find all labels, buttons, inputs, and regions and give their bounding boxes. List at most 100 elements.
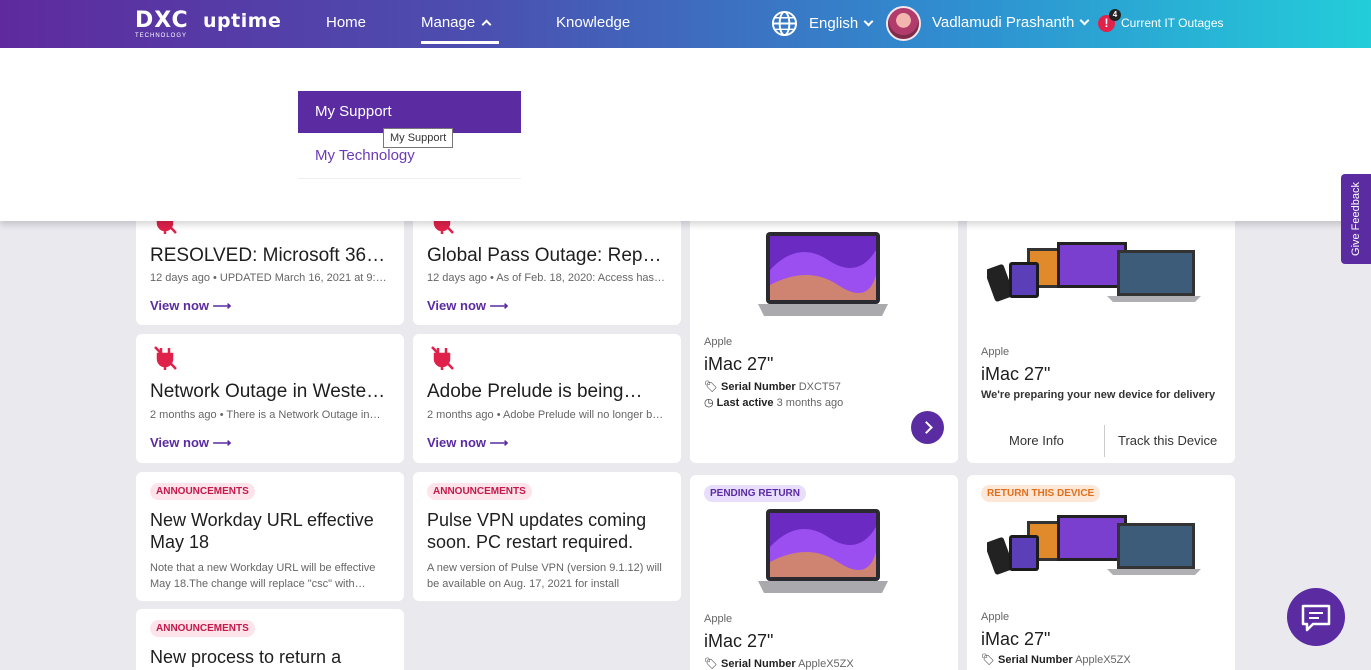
top-nav-bar: DXC TECHNOLOGY uptime Home Manage Knowle… [0, 0, 1371, 48]
device-brand: Apple [704, 613, 733, 625]
arrow-right-icon: ⟶ [212, 298, 232, 313]
device-card[interactable]: Apple iMac 27" We're preparing your new … [967, 200, 1235, 463]
serial-value: AppleX5ZX [798, 658, 854, 670]
logo-technology-text: TECHNOLOGY [135, 33, 188, 39]
give-feedback-label: Give Feedback [1350, 182, 1362, 256]
last-active-row: ◷ Last active 3 months ago [704, 396, 843, 409]
announcement-card[interactable]: ANNOUNCEMENTS New Workday URL effective … [136, 472, 404, 601]
alert-count-badge: 4 [1109, 9, 1121, 21]
arrow-right-icon: ⟶ [212, 435, 232, 450]
serial-label: Serial Number [998, 654, 1073, 666]
arrow-right-icon: ⟶ [489, 298, 509, 313]
device-card[interactable]: PENDING RETURN Apple iMac 27" 🏷 Serial N… [690, 475, 958, 670]
chevron-down-icon [863, 16, 874, 27]
announcement-description: Note that a new Workday URL will be effe… [150, 562, 376, 590]
serial-number-row: 🏷 Serial Number AppleX5ZX [981, 653, 1131, 666]
serial-label: Serial Number [721, 658, 796, 670]
announcement-title: New process to return a [150, 647, 342, 667]
language-label: English [809, 15, 859, 32]
serial-value: AppleX5ZX [1075, 654, 1131, 666]
logo-uptime-text: uptime [203, 10, 282, 32]
plug-outage-icon [154, 346, 177, 370]
serial-number-row: 🏷 Serial Number DXCT57 [704, 380, 841, 393]
announcement-title: New Workday URL effective May 18 [150, 510, 374, 552]
return-device-badge: RETURN THIS DEVICE [981, 485, 1101, 502]
tag-icon: 🏷 [704, 381, 718, 393]
view-now-label: View now [150, 298, 209, 313]
view-now-link[interactable]: View now ⟶ [150, 435, 231, 451]
menu-item-my-support[interactable]: My Support [298, 91, 521, 133]
last-active-label: Last active [716, 397, 774, 409]
nav-manage[interactable]: Manage [421, 14, 492, 31]
view-now-link[interactable]: View now ⟶ [427, 298, 508, 314]
user-menu[interactable]: Vadlamudi Prashanth [932, 14, 1090, 31]
current-it-outages-link[interactable]: Current IT Outages [1121, 16, 1224, 30]
last-active-value: 3 months ago [776, 397, 844, 409]
laptop-image [758, 509, 888, 593]
device-card[interactable]: Apple iMac 27" 🏷 Serial Number DXCT57 ◷ … [690, 200, 958, 463]
plug-outage-icon [431, 346, 454, 370]
view-now-label: View now [427, 435, 486, 450]
language-selector[interactable]: English [809, 15, 874, 32]
announcement-card[interactable]: ANNOUNCEMENTS New process to return a [136, 609, 404, 670]
announcement-description: A new version of Pulse VPN (version 9.1.… [427, 562, 662, 590]
view-now-label: View now [427, 298, 486, 313]
outage-card[interactable]: Adobe Prelude is being… 2 months ago • A… [413, 334, 681, 463]
chat-icon [1301, 604, 1331, 632]
announcement-badge: ANNOUNCEMENTS [150, 483, 255, 500]
next-arrow-button[interactable] [911, 411, 944, 444]
announcement-badge: ANNOUNCEMENTS [150, 620, 255, 637]
nav-manage-label: Manage [421, 14, 476, 31]
track-device-link[interactable]: Track this Device [1118, 433, 1217, 448]
divider [1104, 425, 1105, 457]
outage-meta: 2 months ago • There is a Network Outage… [150, 409, 381, 421]
announcement-card[interactable]: ANNOUNCEMENTS Pulse VPN updates coming s… [413, 472, 681, 601]
tag-icon: 🏷 [704, 658, 718, 670]
nav-knowledge[interactable]: Knowledge [556, 14, 630, 31]
delivery-note: We're preparing your new device for deli… [981, 389, 1216, 401]
give-feedback-tab[interactable]: Give Feedback [1341, 174, 1371, 264]
serial-label: Serial Number [721, 381, 796, 393]
tooltip: My Support [383, 128, 454, 148]
avatar[interactable] [886, 6, 921, 41]
pending-return-badge: PENDING RETURN [704, 485, 807, 502]
device-model: iMac 27" [981, 364, 1051, 384]
device-model: iMac 27" [704, 354, 774, 374]
globe-icon[interactable] [771, 10, 798, 37]
user-name: Vadlamudi Prashanth [932, 14, 1075, 31]
nav-home[interactable]: Home [326, 14, 366, 31]
serial-value: DXCT57 [798, 381, 841, 393]
arrow-right-icon: ⟶ [489, 435, 509, 450]
device-brand: Apple [981, 346, 1010, 358]
device-brand: Apple [981, 611, 1010, 623]
outage-card[interactable]: Network Outage in Western… 2 months ago … [136, 334, 404, 463]
tag-icon: 🏷 [981, 654, 995, 666]
outage-meta: 2 months ago • Adobe Prelude will no lon… [427, 409, 667, 421]
view-now-link[interactable]: View now ⟶ [427, 435, 508, 451]
logo-dxc-text: DXC [135, 8, 189, 33]
outage-title: RESOLVED: Microsoft 365… [150, 245, 390, 266]
device-brand: Apple [704, 336, 733, 348]
outage-title: Network Outage in Western… [150, 381, 390, 402]
announcement-title: Pulse VPN updates coming soon. PC restar… [427, 510, 647, 552]
view-now-label: View now [150, 435, 209, 450]
clock-icon: ◷ [704, 397, 714, 409]
chat-button[interactable] [1287, 588, 1345, 646]
device-bundle-image [987, 515, 1201, 575]
announcement-badge: ANNOUNCEMENTS [427, 483, 532, 500]
outage-meta: 12 days ago • As of Feb. 18, 2020: Acces… [427, 272, 666, 284]
outage-title: Adobe Prelude is being… [427, 381, 643, 402]
outage-meta: 12 days ago • UPDATED March 16, 2021 at … [150, 272, 390, 284]
device-card[interactable]: RETURN THIS DEVICE Apple iMac 27" 🏷 Seri… [967, 475, 1235, 670]
manage-dropdown-panel: My Support My Technology My Support [0, 48, 1371, 221]
device-bundle-image [987, 242, 1201, 302]
serial-number-row: 🏷 Serial Number AppleX5ZX [704, 657, 854, 670]
more-info-link[interactable]: More Info [1009, 433, 1064, 448]
device-model: iMac 27" [981, 629, 1051, 649]
device-model: iMac 27" [704, 631, 774, 651]
outage-title: Global Pass Outage: Repor… [427, 245, 667, 266]
chevron-up-icon [481, 19, 492, 30]
chevron-down-icon [1079, 15, 1090, 26]
view-now-link[interactable]: View now ⟶ [150, 298, 231, 314]
dxc-uptime-logo[interactable]: DXC TECHNOLOGY uptime [135, 8, 281, 40]
